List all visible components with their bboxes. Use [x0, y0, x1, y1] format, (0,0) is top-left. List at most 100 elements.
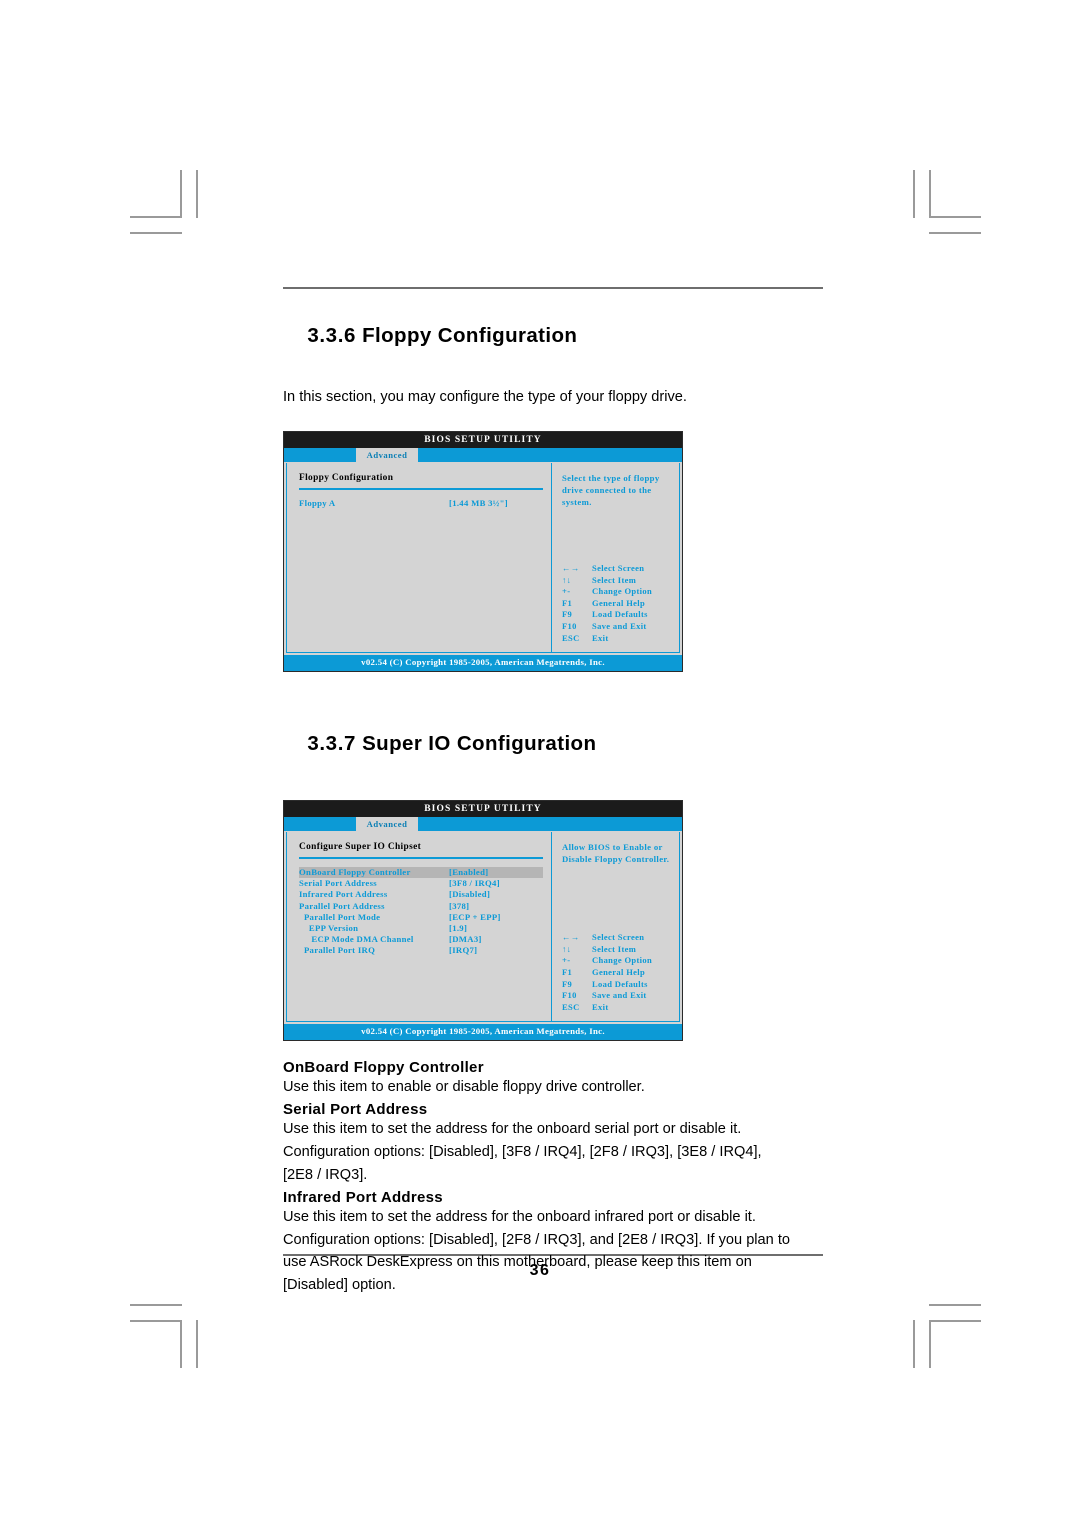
bios-tab-bar: Advanced [284, 817, 682, 832]
bios-key-legend: ←→ Select Screen ↑↓ Select Item +- Chang… [562, 932, 652, 1013]
section-intro-floppy: In this section, you may configure the t… [283, 389, 687, 405]
legend-action: General Help [592, 597, 646, 608]
bios-key-legend: ←→ Select Screen ↑↓ Select Item +- Chang… [562, 563, 652, 644]
bios-option-label: EPP Version [299, 922, 359, 933]
legend-action: Save and Exit [592, 620, 647, 631]
bios-option-label: Parallel Port Mode [299, 911, 381, 922]
bios-option-value: [1.44 MB 3½"] [449, 498, 508, 509]
bios-group-title: Configure Super IO Chipset [299, 842, 422, 853]
legend-action: Select Item [592, 574, 637, 585]
bios-option-label: Floppy A [299, 498, 336, 509]
legend-item-general-help: F1 General Help [562, 967, 652, 979]
bios-help-text: Allow BIOS to Enable or Disable Floppy C… [562, 842, 670, 864]
legend-key: ESC [562, 1001, 580, 1012]
legend-item-load-defaults: F9 Load Defaults [562, 979, 652, 991]
page-number: 36 [529, 1262, 551, 1279]
bios-option-row-parallel-port-mode[interactable]: Parallel Port Mode [ECP + EPP] [299, 912, 543, 923]
legend-item-load-defaults: F9 Load Defaults [562, 609, 652, 621]
bios-option-value: [ECP + EPP] [449, 911, 501, 922]
legend-action: Select Screen [592, 563, 645, 574]
legend-item-save-and-exit: F10 Save and Exit [562, 990, 652, 1002]
bios-option-list: Floppy A [1.44 MB 3½"] [299, 498, 543, 509]
bios-help-pane: Allow BIOS to Enable or Disable Floppy C… [552, 832, 679, 1021]
description-line: Configuration options: [Disabled], [2F8 … [283, 1231, 791, 1248]
crop-mark-top-right [895, 170, 985, 240]
bios-group-divider [299, 488, 543, 491]
bios-body: Configure Super IO Chipset OnBoard Flopp… [286, 832, 680, 1023]
bios-option-row-parallel-port-irq[interactable]: Parallel Port IRQ [IRQ7] [299, 945, 543, 956]
legend-key: F1 [562, 966, 573, 977]
bios-settings-pane: Configure Super IO Chipset OnBoard Flopp… [287, 832, 552, 1022]
legend-action: General Help [592, 966, 646, 977]
legend-item-general-help: F1 General Help [562, 598, 652, 610]
bios-tab-advanced[interactable]: Advanced [356, 817, 418, 832]
legend-item-save-and-exit: F10 Save and Exit [562, 621, 652, 633]
bios-option-label: Infrared Port Address [299, 889, 388, 900]
legend-action: Load Defaults [592, 609, 648, 620]
bios-option-label: Serial Port Address [299, 878, 377, 889]
bios-option-row-onboard-floppy-controller[interactable]: OnBoard Floppy Controller [Enabled] [299, 867, 543, 879]
bios-screen-floppy-configuration: BIOS SETUP UTILITY Advanced Floppy Confi… [283, 430, 683, 672]
bios-group-divider [299, 857, 543, 860]
legend-key: ←→ [562, 932, 580, 943]
section-title: Floppy Configuration [362, 324, 578, 347]
description-line: Use this item to set the address for the… [283, 1121, 742, 1138]
description-line: Configuration options: [Disabled], [3F8 … [283, 1144, 762, 1161]
legend-item-select-screen: ←→ Select Screen [562, 932, 652, 944]
section-number: 3.3.6 [307, 324, 356, 347]
legend-action: Change Option [592, 586, 653, 597]
bios-option-value: [IRQ7] [449, 945, 478, 956]
bios-option-list: OnBoard Floppy Controller [Enabled] Seri… [299, 867, 543, 956]
bios-option-row-serial-port-address[interactable]: Serial Port Address [3F8 / IRQ4] [299, 878, 543, 889]
bios-option-row-infrared-port-address[interactable]: Infrared Port Address [Disabled] [299, 889, 543, 900]
bios-footer: v02.54 (C) Copyright 1985-2005, American… [284, 1024, 682, 1040]
crop-mark-bottom-left [130, 1298, 220, 1368]
crop-mark-top-left [130, 170, 220, 240]
description-line: Use this item to set the address for the… [283, 1209, 756, 1226]
legend-key: ↑↓ [562, 574, 572, 585]
legend-action: Exit [592, 632, 609, 643]
legend-action: Load Defaults [592, 978, 648, 989]
bios-tab-advanced[interactable]: Advanced [356, 448, 418, 463]
description-term-infrared-port-address: Infrared Port Address [283, 1189, 443, 1207]
bios-option-row-ecp-mode-dma-channel[interactable]: ECP Mode DMA Channel [DMA3] [299, 934, 543, 945]
bios-option-label: Parallel Port Address [299, 900, 385, 911]
bios-help-pane: Select the type of floppy drive connecte… [552, 463, 679, 652]
bios-option-value: [3F8 / IRQ4] [449, 878, 500, 889]
description-term-serial-port-address: Serial Port Address [283, 1101, 428, 1119]
legend-key: ESC [562, 632, 580, 643]
bios-option-row-parallel-port-address[interactable]: Parallel Port Address [378] [299, 901, 543, 912]
legend-item-select-screen: ←→ Select Screen [562, 563, 652, 575]
bios-option-row[interactable]: Floppy A [1.44 MB 3½"] [299, 498, 543, 509]
description-line: [2E8 / IRQ3]. [283, 1166, 368, 1183]
legend-key: F9 [562, 609, 573, 620]
bios-option-label: ECP Mode DMA Channel [299, 933, 414, 944]
bios-help-text: Select the type of floppy drive connecte… [562, 473, 660, 507]
legend-item-select-item: ↑↓ Select Item [562, 575, 652, 587]
legend-key: F9 [562, 978, 573, 989]
description-term-onboard-floppy-controller: OnBoard Floppy Controller [283, 1058, 484, 1076]
bios-option-value: [378] [449, 900, 470, 911]
legend-action: Select Screen [592, 932, 645, 943]
section-heading-floppy-configuration: 3.3.6 Floppy Configuration [283, 300, 843, 372]
section-number: 3.3.7 [307, 731, 356, 755]
legend-action: Change Option [592, 955, 653, 966]
description-line: Use this item to enable or disable flopp… [283, 1078, 645, 1095]
section-title: Super IO Configuration [362, 731, 597, 755]
legend-key: F1 [562, 597, 573, 608]
bios-option-row-epp-version[interactable]: EPP Version [1.9] [299, 923, 543, 934]
bios-option-value: [DMA3] [449, 933, 482, 944]
legend-item-select-item: ↑↓ Select Item [562, 944, 652, 956]
header-rule [283, 287, 823, 289]
bios-tab-bar: Advanced [284, 448, 682, 463]
bios-option-value: [1.9] [449, 922, 468, 933]
legend-item-change-option: +- Change Option [562, 586, 652, 598]
legend-item-change-option: +- Change Option [562, 955, 652, 967]
legend-key: F10 [562, 620, 577, 631]
bios-group-title: Floppy Configuration [299, 473, 394, 484]
legend-action: Select Item [592, 943, 637, 954]
page-content: 3.3.6 Floppy Configuration In this secti… [283, 300, 843, 1297]
bios-option-value: [Enabled] [449, 867, 489, 878]
legend-item-exit: ESC Exit [562, 633, 652, 645]
legend-action: Save and Exit [592, 990, 647, 1001]
